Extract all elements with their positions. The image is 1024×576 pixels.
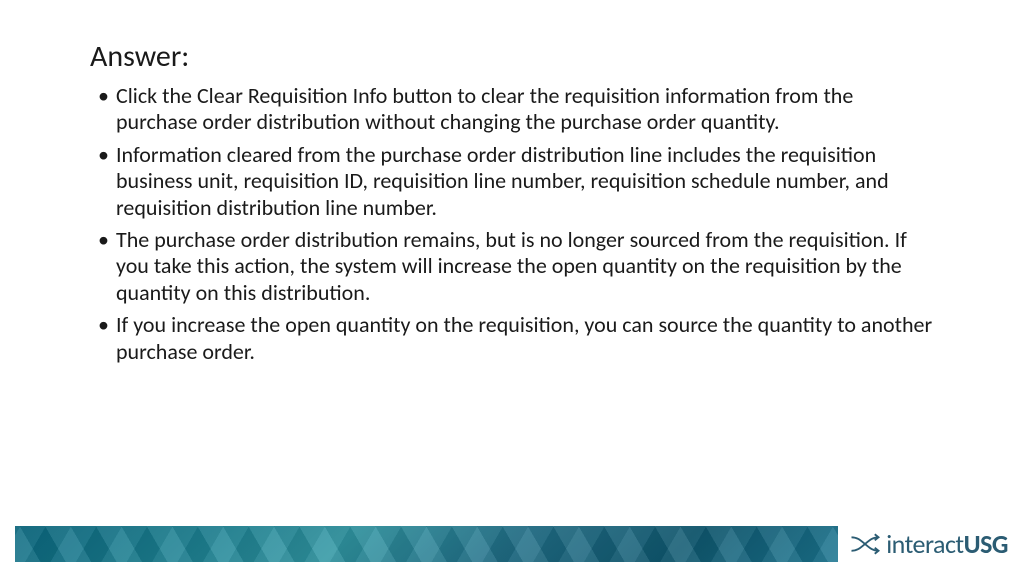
interact-crossing-icon [850,531,880,557]
bullet-item: If you increase the open quantity on the… [98,312,934,365]
footer-pattern [15,526,838,562]
logo-suffix: USG [964,528,1008,560]
slide-footer: interactUSG [0,524,1024,564]
bullet-item: Click the Clear Requisition Info button … [98,83,934,136]
logo-prefix: interact [886,528,963,560]
footer-logo-text: interactUSG [886,528,1008,560]
slide-title: Answer: [90,38,934,75]
bullet-item: Information cleared from the purchase or… [98,142,934,221]
footer-logo: interactUSG [838,528,1024,560]
bullet-item: The purchase order distribution remains,… [98,227,934,306]
answer-bullet-list: Click the Clear Requisition Info button … [90,83,934,365]
slide-content: Answer: Click the Clear Requisition Info… [0,0,1024,365]
